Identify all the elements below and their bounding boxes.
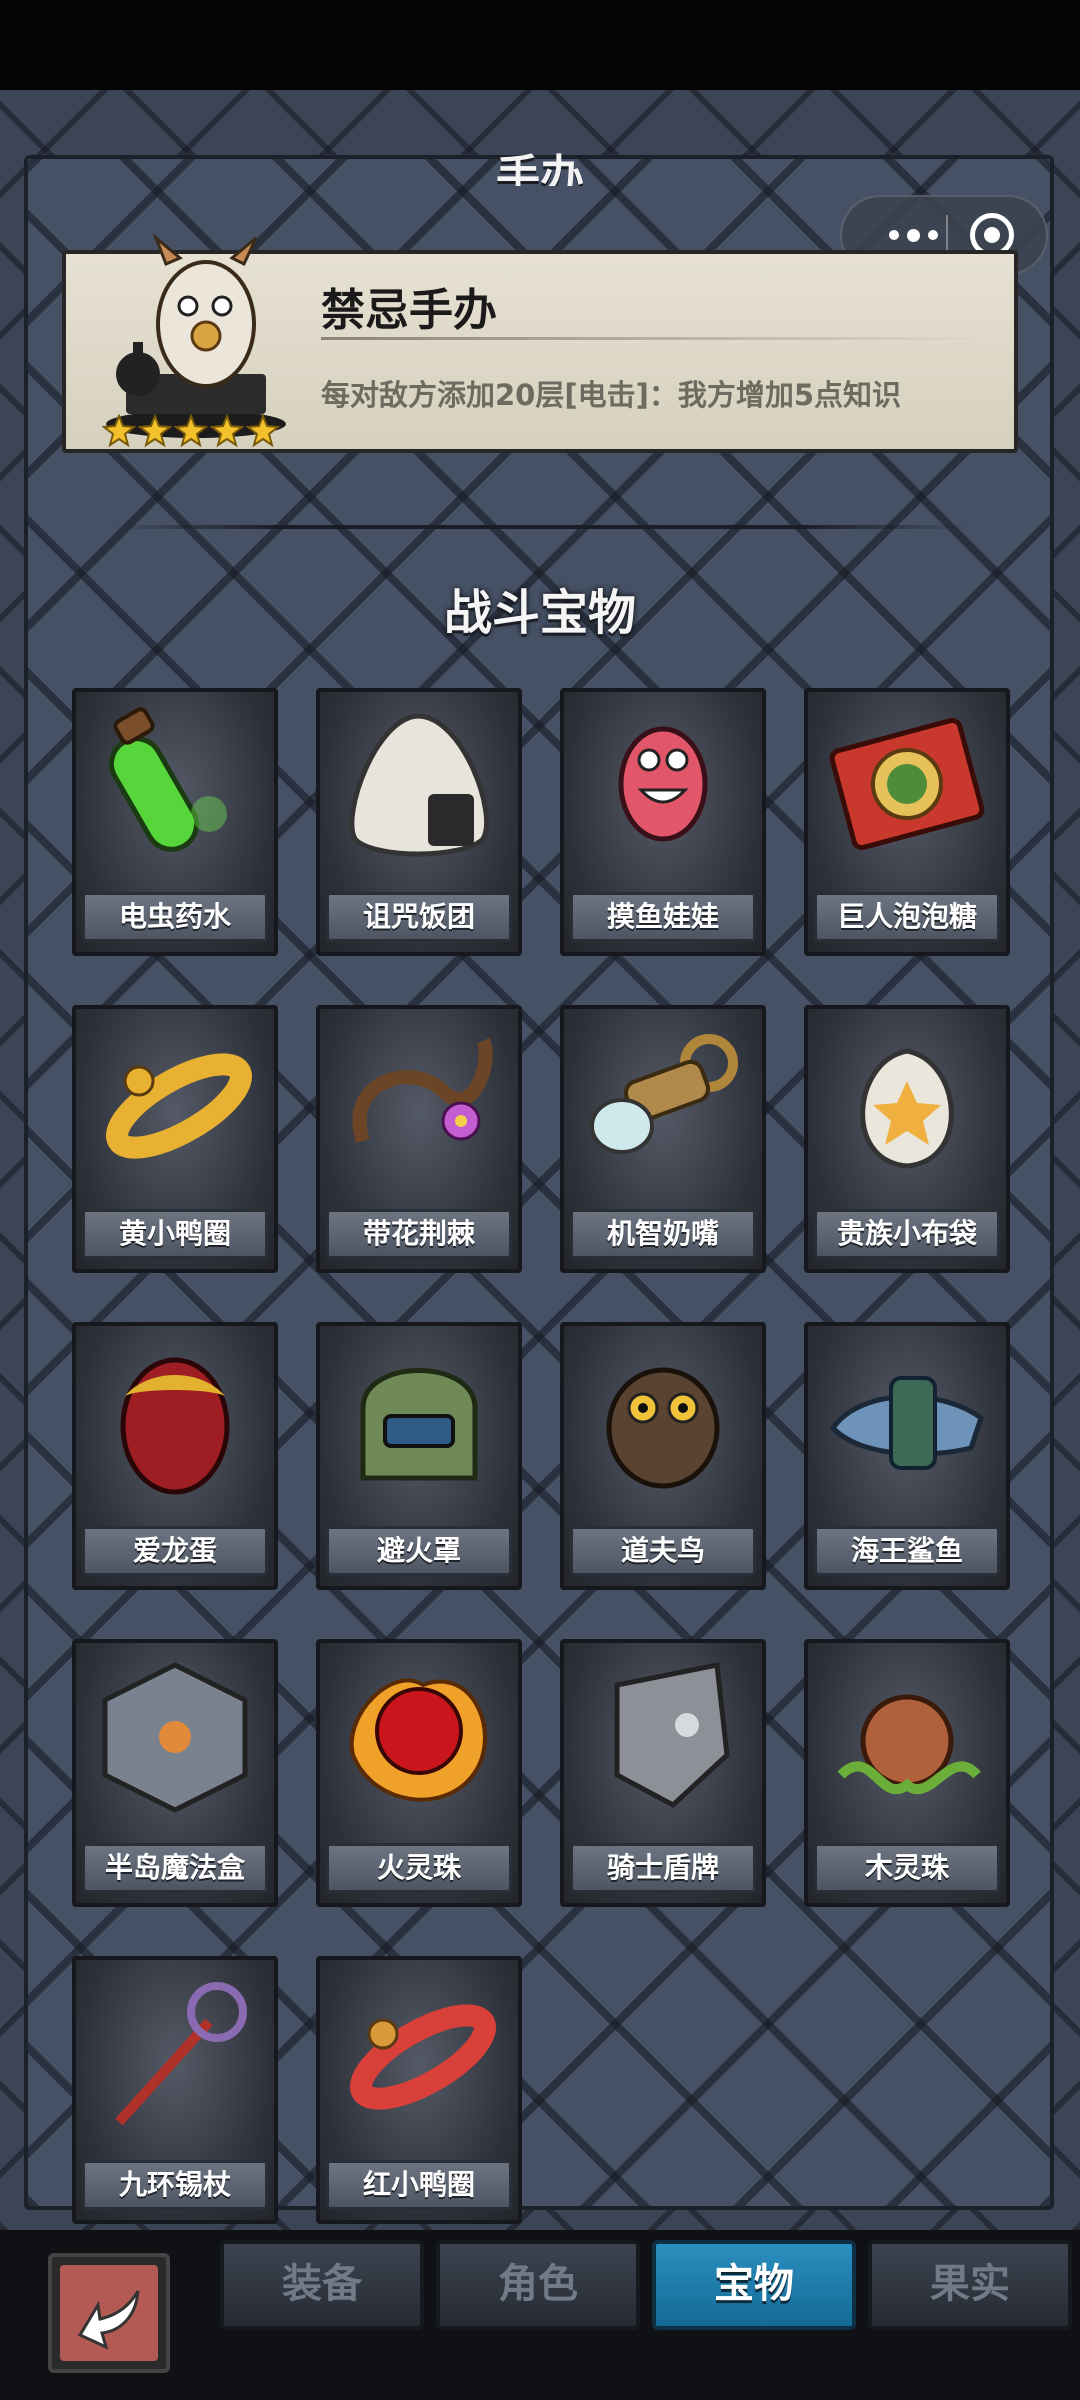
pink-doll-icon <box>618 726 708 842</box>
treasure-item[interactable]: 摸鱼娃娃 <box>560 688 766 956</box>
status-bar-area <box>0 0 1080 90</box>
treasures-title: 战斗宝物 <box>443 585 636 641</box>
treasure-item[interactable]: 黄小鸭圈 <box>72 1005 278 1273</box>
tab-treasures[interactable]: 宝物 <box>652 2240 856 2330</box>
dragon-egg-icon <box>120 1357 230 1495</box>
staff-icon <box>115 1982 247 2126</box>
owl-icon <box>606 1367 720 1489</box>
red-duck-ring-icon <box>350 2004 496 2110</box>
treasure-label: 巨人泡泡糖 <box>814 892 1000 942</box>
back-arrow-icon <box>77 2290 140 2350</box>
treasure-item[interactable]: 诅咒饭团 <box>316 688 522 956</box>
treasure-label: 火灵珠 <box>326 1843 512 1893</box>
magic-cube-icon <box>102 1662 248 1813</box>
treasure-label: 避火罩 <box>326 1526 512 1576</box>
treasure-label: 骑士盾牌 <box>570 1843 756 1893</box>
treasure-item[interactable]: 木灵珠 <box>804 1639 1010 1907</box>
treasure-item[interactable]: 巨人泡泡糖 <box>804 688 1010 956</box>
star-rating-icon <box>102 414 281 448</box>
fire-orb-icon <box>349 1678 487 1802</box>
treasure-item[interactable]: 贵族小布袋 <box>804 1005 1010 1273</box>
wood-orb-icon <box>837 1694 981 1795</box>
tab-equipment[interactable]: 装备 <box>220 2240 424 2330</box>
treasure-label: 带花荆棘 <box>326 1209 512 1259</box>
cloth-bag-icon <box>860 1048 954 1169</box>
figure-description: 每对敌方添加20层[电击]：我方增加5点知识 <box>321 378 902 412</box>
treasure-item[interactable]: 骑士盾牌 <box>560 1639 766 1907</box>
treasure-label: 红小鸭圈 <box>326 2160 512 2210</box>
treasure-label: 木灵珠 <box>814 1843 1000 1893</box>
shark-icon <box>829 1376 984 1470</box>
fire-mask-icon <box>360 1368 478 1481</box>
treasure-item[interactable]: 电虫药水 <box>72 688 278 956</box>
treasure-label: 半岛魔法盒 <box>82 1843 268 1893</box>
figure-card[interactable]: 禁忌手办 每对敌方添加20层[电击]：我方增加5点知识 <box>62 233 1018 453</box>
treasure-item[interactable]: 道夫鸟 <box>560 1322 766 1590</box>
treasure-item[interactable]: 机智奶嘴 <box>560 1005 766 1273</box>
treasure-label: 诅咒饭团 <box>326 892 512 942</box>
treasure-label: 摸鱼娃娃 <box>570 892 756 942</box>
treasure-item[interactable]: 半岛魔法盒 <box>72 1639 278 1907</box>
knight-shield-icon <box>614 1662 730 1809</box>
gum-box-icon <box>829 717 985 851</box>
treasure-item[interactable]: 爱龙蛋 <box>72 1322 278 1590</box>
treasure-label: 贵族小布袋 <box>814 1209 1000 1259</box>
treasure-label: 机智奶嘴 <box>570 1209 756 1259</box>
treasure-label: 九环锡杖 <box>82 2160 268 2210</box>
treasure-label: 黄小鸭圈 <box>82 1209 268 1259</box>
tab-fruits[interactable]: 果实 <box>868 2240 1072 2330</box>
treasure-item[interactable]: 九环锡杖 <box>72 1956 278 2224</box>
thorn-flower-icon <box>352 1037 493 1144</box>
green-potion-icon <box>109 707 227 852</box>
pacifier-icon <box>590 1034 738 1154</box>
treasure-label: 道夫鸟 <box>570 1526 756 1576</box>
back-button[interactable] <box>48 2253 170 2373</box>
rice-ball-icon <box>349 713 489 857</box>
figure-name: 禁忌手办 <box>321 285 497 336</box>
treasure-label: 电虫药水 <box>82 892 268 942</box>
section-divider <box>110 525 970 529</box>
yellow-duck-ring-icon <box>105 1053 252 1159</box>
figure-divider <box>321 337 991 340</box>
figure-section-heading: 手办 <box>496 151 584 186</box>
treasure-label: 海王鲨鱼 <box>814 1526 1000 1576</box>
back-button-face <box>60 2265 158 2361</box>
treasure-item[interactable]: 红小鸭圈 <box>316 1956 522 2224</box>
treasure-item[interactable]: 海王鲨鱼 <box>804 1322 1010 1590</box>
treasure-label: 爱龙蛋 <box>82 1526 268 1576</box>
treasure-item[interactable]: 带花荆棘 <box>316 1005 522 1273</box>
treasure-item[interactable]: 避火罩 <box>316 1322 522 1590</box>
treasure-item[interactable]: 火灵珠 <box>316 1639 522 1907</box>
more-dots-icon[interactable] <box>868 215 958 255</box>
tab-characters[interactable]: 角色 <box>436 2240 640 2330</box>
